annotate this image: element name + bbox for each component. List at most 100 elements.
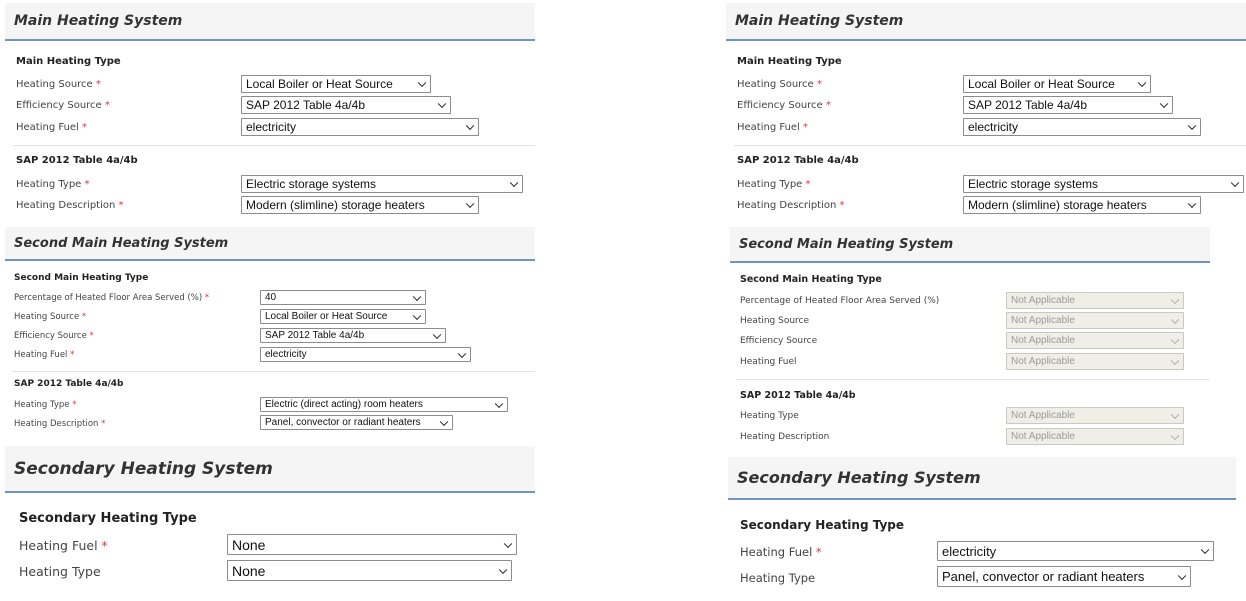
- heating-fuel-select[interactable]: electricity: [260, 347, 471, 362]
- heating-description-select[interactable]: Modern (slimline) storage heaters: [241, 196, 479, 214]
- efficiency-source-select[interactable]: SAP 2012 Table 4a/4b: [241, 96, 451, 114]
- section-header: Second Main Heating System: [5, 227, 535, 261]
- required-marker: *: [839, 200, 845, 211]
- chevron-down-icon: [1137, 78, 1147, 88]
- chevron-down-icon: [503, 539, 513, 548]
- chevron-down-icon: [412, 311, 422, 320]
- subsection-heading: Second Main Heating Type: [740, 274, 882, 285]
- right-second-main-heating-panel: Second Main Heating System Second Main H…: [730, 227, 1210, 452]
- heating-source-select[interactable]: Local Boiler or Heat Source: [260, 309, 426, 324]
- section-header: Secondary Heating System: [728, 457, 1236, 500]
- heating-fuel-select[interactable]: electricity: [937, 541, 1214, 561]
- efficiency-source-label: Efficiency Source: [740, 336, 818, 346]
- required-marker: *: [118, 200, 124, 211]
- chevron-down-icon: [494, 399, 504, 408]
- percentage-floor-area-select[interactable]: 40: [260, 290, 426, 305]
- section-title: Second Main Heating System: [14, 235, 229, 251]
- heating-type-select[interactable]: Electric storage systems: [963, 175, 1244, 193]
- percentage-floor-area-label: Percentage of Heated Floor Area Served (…: [740, 296, 940, 306]
- heating-type-select[interactable]: Not Applicable: [1006, 407, 1184, 424]
- heating-fuel-label: Heating Fuel *: [19, 538, 108, 553]
- subsection-heading: Secondary Heating Type: [19, 511, 197, 526]
- heating-source-label: Heating Source *: [14, 312, 87, 322]
- heating-fuel-select[interactable]: Not Applicable: [1006, 353, 1184, 370]
- chevron-down-icon: [432, 330, 442, 339]
- subsection-heading: SAP 2012 Table 4a/4b: [14, 379, 124, 389]
- chevron-down-icon: [1187, 199, 1197, 209]
- section-title: Second Main Heating System: [739, 236, 954, 252]
- section-title: Secondary Heating System: [737, 468, 981, 487]
- required-marker: *: [816, 79, 822, 90]
- chevron-down-icon: [1170, 335, 1180, 344]
- chevron-down-icon: [1230, 178, 1240, 188]
- subsection-heading: Main Heating Type: [737, 56, 842, 67]
- heating-source-select[interactable]: Not Applicable: [1006, 312, 1184, 329]
- heating-type-select[interactable]: None: [227, 560, 512, 581]
- heating-description-select[interactable]: Modern (slimline) storage heaters: [963, 196, 1201, 214]
- heating-fuel-label: Heating Fuel *: [14, 350, 75, 360]
- required-marker: *: [89, 331, 94, 341]
- required-marker: *: [101, 538, 108, 553]
- subsection-heading: SAP 2012 Table 4a/4b: [16, 155, 138, 166]
- heating-description-label: Heating Description *: [16, 200, 124, 211]
- chevron-down-icon: [1170, 295, 1180, 304]
- divider: [11, 371, 535, 372]
- efficiency-source-select[interactable]: Not Applicable: [1006, 332, 1184, 349]
- chevron-down-icon: [1170, 315, 1180, 324]
- chevron-down-icon: [439, 417, 449, 426]
- efficiency-source-label: Efficiency Source *: [16, 100, 110, 111]
- section-title: Main Heating System: [735, 13, 904, 29]
- required-marker: *: [72, 400, 77, 410]
- required-marker: *: [825, 100, 831, 111]
- heating-type-select[interactable]: Panel, convector or radiant heaters: [937, 566, 1191, 587]
- subsection-heading: SAP 2012 Table 4a/4b: [740, 390, 856, 401]
- section-header: Second Main Heating System: [730, 227, 1210, 263]
- heating-type-label: Heating Type: [19, 564, 101, 579]
- heating-source-label: Heating Source *: [16, 79, 101, 90]
- divider: [736, 379, 1210, 380]
- heating-source-label: Heating Source: [740, 316, 810, 326]
- efficiency-source-select[interactable]: SAP 2012 Table 4a/4b: [260, 328, 446, 343]
- chevron-down-icon: [1170, 410, 1180, 419]
- heating-description-select[interactable]: Panel, convector or radiant heaters: [260, 415, 453, 430]
- chevron-down-icon: [509, 178, 519, 188]
- chevron-down-icon: [1159, 99, 1169, 109]
- heating-fuel-label: Heating Fuel *: [16, 122, 88, 133]
- required-marker: *: [84, 179, 90, 190]
- heating-type-select[interactable]: Electric (direct acting) room heaters: [260, 397, 508, 412]
- heating-source-select[interactable]: Local Boiler or Heat Source: [963, 75, 1151, 93]
- chevron-down-icon: [412, 292, 422, 301]
- left-main-heating-panel: Main Heating System Main Heating Type He…: [5, 3, 535, 225]
- section-header: Secondary Heating System: [5, 446, 535, 493]
- chevron-down-icon: [498, 565, 508, 574]
- divider: [13, 145, 535, 146]
- heating-description-select[interactable]: Not Applicable: [1006, 428, 1184, 445]
- required-marker: *: [104, 100, 110, 111]
- section-header: Main Heating System: [726, 3, 1246, 41]
- chevron-down-icon: [457, 349, 467, 358]
- required-marker: *: [204, 293, 210, 303]
- chevron-down-icon: [1170, 356, 1180, 365]
- heating-fuel-label: Heating Fuel *: [737, 122, 809, 133]
- heating-description-label: Heating Description: [740, 432, 830, 442]
- heating-type-label: Heating Type: [740, 571, 816, 585]
- left-secondary-heating-panel: Secondary Heating System Secondary Heati…: [5, 446, 535, 596]
- subsection-heading: Main Heating Type: [16, 56, 121, 67]
- efficiency-source-select[interactable]: SAP 2012 Table 4a/4b: [963, 96, 1173, 114]
- heating-source-select[interactable]: Local Boiler or Heat Source: [241, 75, 431, 93]
- heating-type-label: Heating Type *: [14, 400, 77, 410]
- chevron-down-icon: [465, 199, 475, 209]
- heating-description-label: Heating Description *: [14, 419, 106, 429]
- subsection-heading: SAP 2012 Table 4a/4b: [737, 155, 859, 166]
- heating-type-select[interactable]: Electric storage systems: [241, 175, 523, 193]
- divider: [734, 145, 1246, 146]
- percentage-floor-area-select[interactable]: Not Applicable: [1006, 292, 1184, 309]
- required-marker: *: [815, 545, 822, 559]
- heating-type-label: Heating Type: [740, 411, 799, 421]
- heating-type-label: Heating Type *: [16, 179, 90, 190]
- heating-description-label: Heating Description *: [737, 200, 845, 211]
- heating-fuel-select[interactable]: None: [227, 534, 517, 555]
- heating-fuel-select[interactable]: electricity: [241, 118, 479, 136]
- heating-fuel-select[interactable]: electricity: [963, 118, 1201, 136]
- required-marker: *: [803, 122, 809, 133]
